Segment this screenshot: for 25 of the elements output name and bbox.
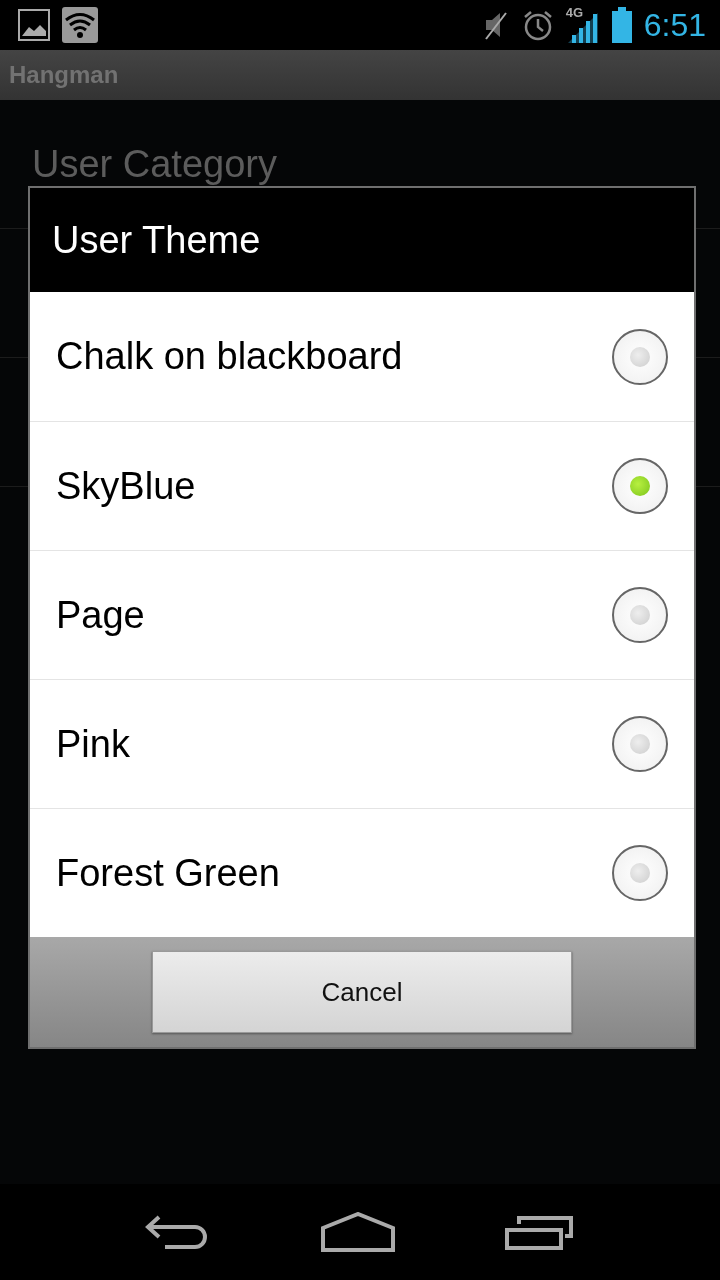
theme-option[interactable]: SkyBlue <box>30 421 694 550</box>
radio-button[interactable] <box>612 458 668 514</box>
dialog-title: User Theme <box>52 218 261 262</box>
theme-option[interactable]: Page <box>30 550 694 679</box>
setting-title: User Category <box>32 142 277 186</box>
radio-button[interactable] <box>612 716 668 772</box>
home-icon[interactable] <box>321 1212 395 1252</box>
clock-time: 6:51 <box>643 6 706 44</box>
battery-icon <box>611 7 632 43</box>
option-label: Pink <box>56 722 131 766</box>
app-title: Hangman <box>9 61 119 89</box>
option-label: Page <box>56 593 146 637</box>
picture-icon <box>18 9 50 41</box>
theme-option[interactable]: Pink <box>30 679 694 808</box>
wifi-icon <box>62 7 98 43</box>
theme-option[interactable]: Chalk on blackboard <box>30 292 694 421</box>
recent-apps-icon[interactable] <box>505 1214 575 1250</box>
radio-button[interactable] <box>612 587 668 643</box>
radio-button[interactable] <box>612 328 668 385</box>
radio-button[interactable] <box>612 845 668 901</box>
network-type-label: 4G <box>565 5 584 20</box>
option-label: SkyBlue <box>56 464 197 508</box>
option-label: Forest Green <box>56 851 281 895</box>
cancel-button[interactable]: Cancel <box>152 951 572 1033</box>
option-label: Chalk on blackboard <box>56 335 404 378</box>
